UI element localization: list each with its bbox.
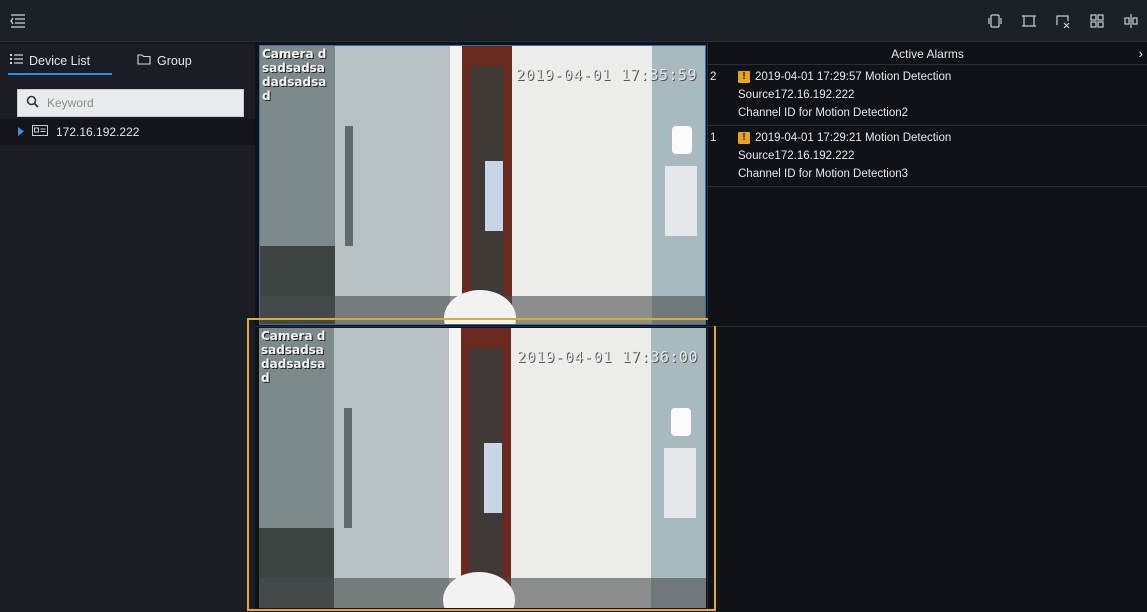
- device-ip-label: 172.16.192.222: [56, 125, 140, 139]
- folder-icon: [137, 53, 151, 68]
- video-timestamp: 2019-04-01 17:35:59: [515, 66, 697, 84]
- tab-device-list[interactable]: Device List: [10, 53, 90, 68]
- warning-icon: !: [738, 132, 750, 144]
- video-window-1[interactable]: Camera dsadsadsadadsadsad 2019-04-01 17:…: [259, 45, 706, 325]
- video-window-2[interactable]: Camera dsadsadsadadsadsad 2019-04-01 17:…: [259, 328, 706, 608]
- alarm-source: Source172.16.192.222: [738, 150, 855, 162]
- search-icon: [26, 95, 39, 111]
- warning-icon: !: [738, 71, 750, 83]
- menu-collapse-icon[interactable]: [10, 13, 26, 29]
- sidebar: Device List Group 172.16.192.222: [0, 43, 255, 612]
- tab-device-list-label: Device List: [29, 53, 91, 68]
- video-timestamp: 2019-04-01 17:36:00: [516, 348, 698, 366]
- active-alarms-panel: Active Alarms › 2 ! 2019-04-01 17:29:57 …: [708, 43, 1147, 326]
- fullscreen-icon[interactable]: [985, 11, 1005, 31]
- layout-grid-icon[interactable]: [1087, 11, 1107, 31]
- device-tree-item[interactable]: 172.16.192.222: [0, 119, 255, 145]
- search-input[interactable]: [47, 96, 227, 110]
- list-icon: [10, 53, 23, 68]
- alarm-time-type: 2019-04-01 17:29:21 Motion Detection: [755, 132, 952, 144]
- collapse-panel-icon[interactable]: ›: [1139, 43, 1143, 65]
- alarm-channel: Channel ID for Motion Detection2: [738, 107, 909, 119]
- active-tab-indicator: [8, 73, 112, 75]
- alarm-number: 1: [710, 132, 717, 144]
- close-all-icon[interactable]: [1053, 11, 1073, 31]
- tab-group[interactable]: Group: [137, 53, 192, 68]
- tab-group-label: Group: [157, 53, 192, 68]
- alarm-number: 2: [710, 71, 717, 83]
- split-icon[interactable]: [1121, 11, 1141, 31]
- expand-arrow-icon[interactable]: [18, 125, 24, 139]
- search-box: [17, 89, 244, 117]
- alarm-channel: Channel ID for Motion Detection3: [738, 168, 909, 180]
- alarm-item[interactable]: 2 ! 2019-04-01 17:29:57 Motion Detection…: [708, 65, 1147, 126]
- pane-divider-horizontal: [255, 326, 1147, 327]
- alarms-panel-header: Active Alarms ›: [708, 43, 1147, 65]
- camera-name-overlay: Camera dsadsadsadadsadsad: [261, 329, 326, 385]
- sidebar-tabs: Device List Group: [0, 43, 255, 77]
- alarms-panel-title: Active Alarms: [891, 47, 964, 61]
- nvr-device-icon: [32, 125, 48, 139]
- camera-name-overlay: Camera dsadsadsadadsadsad: [262, 47, 327, 103]
- window-fit-icon[interactable]: [1019, 11, 1039, 31]
- top-toolbar: [0, 0, 1147, 42]
- alarm-source: Source172.16.192.222: [738, 89, 855, 101]
- alarm-time-type: 2019-04-01 17:29:57 Motion Detection: [755, 71, 952, 83]
- alarm-item[interactable]: 1 ! 2019-04-01 17:29:21 Motion Detection…: [708, 126, 1147, 187]
